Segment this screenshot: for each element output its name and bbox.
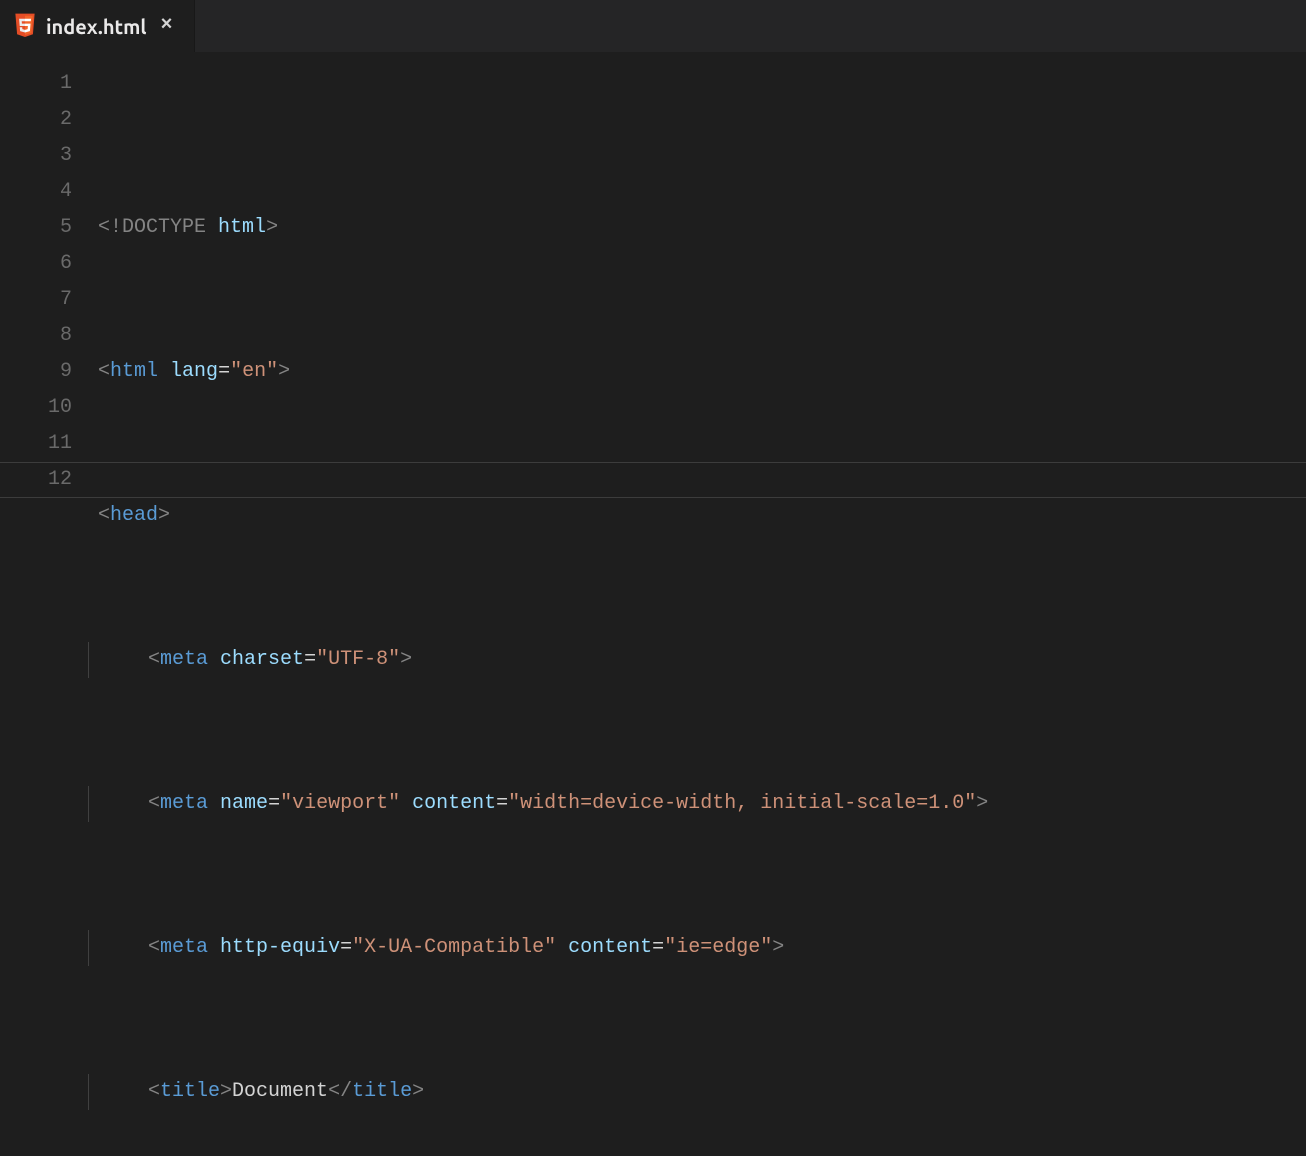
punct: < <box>148 642 160 678</box>
punct: > <box>400 642 412 678</box>
indent-guide <box>88 786 148 822</box>
line-number: 9 <box>0 354 72 390</box>
punct: < <box>148 1074 160 1110</box>
indent-guide <box>88 1074 148 1110</box>
doctype: DOCTYPE <box>122 210 206 246</box>
punct: </ <box>328 1074 352 1110</box>
code-line[interactable]: <head> <box>98 498 988 534</box>
indent-guide <box>88 642 148 678</box>
tag: meta <box>160 930 208 966</box>
close-icon[interactable]: × <box>156 14 176 38</box>
attr: lang <box>170 354 218 390</box>
code-line[interactable]: <title>Document</title> <box>98 1074 988 1110</box>
line-number: 8 <box>0 318 72 354</box>
tag: head <box>110 498 158 534</box>
html5-icon <box>14 13 36 39</box>
code-line[interactable]: <!DOCTYPE html> <box>98 210 988 246</box>
line-number: 5 <box>0 210 72 246</box>
str: "viewport" <box>280 786 400 822</box>
code-line[interactable]: <meta http-equiv="X-UA-Compatible" conte… <box>98 930 988 966</box>
punct: < <box>148 786 160 822</box>
line-number: 6 <box>0 246 72 282</box>
str: "UTF-8" <box>316 642 400 678</box>
punct: > <box>158 498 170 534</box>
line-number: 12 <box>0 462 72 498</box>
str: "en" <box>230 354 278 390</box>
tab-active[interactable]: index.html × <box>0 0 195 52</box>
attr: content <box>412 786 496 822</box>
punct: < <box>98 498 110 534</box>
attr: name <box>220 786 268 822</box>
attr: http-equiv <box>220 930 340 966</box>
punct: > <box>772 930 784 966</box>
indent-guide <box>88 930 148 966</box>
tag: title <box>352 1074 412 1110</box>
punct: > <box>412 1074 424 1110</box>
line-number: 7 <box>0 282 72 318</box>
tab-title: index.html <box>46 15 146 38</box>
punct: > <box>278 354 290 390</box>
eq: = <box>496 786 508 822</box>
eq: = <box>218 354 230 390</box>
str: "ie=edge" <box>664 930 772 966</box>
line-number: 4 <box>0 174 72 210</box>
eq: = <box>268 786 280 822</box>
doctype-html: html <box>218 210 266 246</box>
punct: > <box>220 1074 232 1110</box>
line-number: 2 <box>0 102 72 138</box>
code-area[interactable]: <!DOCTYPE html> <html lang="en"> <head> … <box>98 52 988 578</box>
line-number-gutter: 1 2 3 4 5 6 7 8 9 10 11 12 <box>0 52 98 578</box>
tag: meta <box>160 642 208 678</box>
line-number: 3 <box>0 138 72 174</box>
tab-bar: index.html × <box>0 0 1306 52</box>
punct: <! <box>98 210 122 246</box>
current-line-highlight <box>0 462 1306 498</box>
sp <box>206 210 218 246</box>
eq: = <box>652 930 664 966</box>
tag: html <box>110 354 158 390</box>
code-line[interactable]: <html lang="en"> <box>98 354 988 390</box>
text: Document <box>232 1074 328 1110</box>
code-line[interactable]: <meta charset="UTF-8"> <box>98 642 988 678</box>
line-number: 1 <box>0 66 72 102</box>
punct: > <box>266 210 278 246</box>
attr: charset <box>220 642 304 678</box>
line-number: 10 <box>0 390 72 426</box>
code-line[interactable]: <meta name="viewport" content="width=dev… <box>98 786 988 822</box>
str: "width=device-width, initial-scale=1.0" <box>508 786 976 822</box>
editor[interactable]: 1 2 3 4 5 6 7 8 9 10 11 12 <!DOCTYPE htm… <box>0 52 1306 578</box>
tag: title <box>160 1074 220 1110</box>
attr: content <box>568 930 652 966</box>
line-number: 11 <box>0 426 72 462</box>
punct: > <box>976 786 988 822</box>
punct: < <box>98 354 110 390</box>
eq: = <box>340 930 352 966</box>
eq: = <box>304 642 316 678</box>
punct: < <box>148 930 160 966</box>
str: "X-UA-Compatible" <box>352 930 556 966</box>
tag: meta <box>160 786 208 822</box>
